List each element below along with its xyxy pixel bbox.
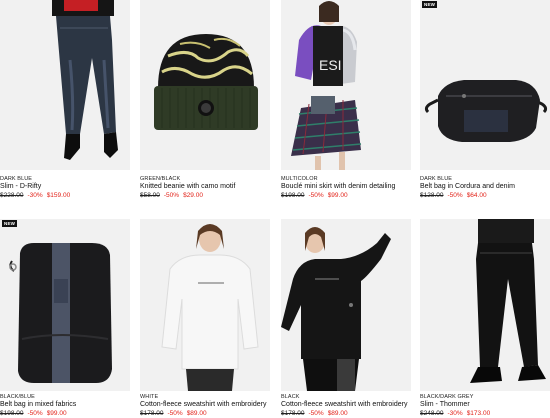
product-prices: $178.00 -50% $89.00 (281, 410, 348, 417)
discount-percent: -50% (163, 192, 180, 199)
product-name[interactable]: Belt bag in mixed fabrics (0, 401, 76, 408)
product-image[interactable] (420, 0, 550, 170)
discount-percent: -50% (27, 410, 43, 417)
product-name[interactable]: Cotton-fleece sweatshirt with embroidery (140, 401, 266, 408)
discount-percent: -50% (308, 192, 324, 199)
discount-percent: -50% (308, 410, 324, 417)
sale-price: $29.00 (183, 192, 203, 199)
product-color: DARK BLUE (420, 176, 453, 182)
product-name[interactable]: Slim - D-Rifty (0, 183, 41, 190)
discount-percent: -30% (447, 410, 463, 417)
product-color: BLACK/BLUE (0, 394, 35, 400)
product-color: GREEN/BLACK (140, 176, 181, 182)
new-badge: NEW (422, 1, 438, 8)
product-prices: $198.00 -50% $99.00 (281, 192, 348, 199)
product-image[interactable] (281, 219, 411, 391)
product-prices: $248.00 -30% $173.00 (420, 410, 490, 417)
discount-percent: -50% (167, 410, 183, 417)
sale-price: $99.00 (46, 410, 67, 417)
product-grid: DARK BLUE Slim - D-Rifty $228.00 -30% $159… (0, 0, 550, 418)
product-name[interactable]: Cotton-fleece sweatshirt with embroidery (281, 401, 407, 408)
old-price: $198.00 (0, 410, 24, 417)
product-image[interactable]: ESI (281, 0, 411, 170)
old-price: $178.00 (140, 410, 164, 417)
sale-price: $64.00 (466, 192, 487, 199)
product-image[interactable] (140, 219, 270, 391)
old-price: $178.00 (281, 410, 305, 417)
product-name[interactable]: Knitted beanie with camo motif (140, 183, 235, 190)
product-prices: $128.00 -50% $64.00 (420, 192, 487, 199)
sale-price: $89.00 (327, 410, 348, 417)
product-color: BLACK (281, 394, 300, 400)
product-image[interactable] (420, 219, 550, 391)
product-color: MULTICOLOR (281, 176, 318, 182)
sale-price: $89.00 (186, 410, 207, 417)
product-prices: $228.00 -30% $159.00 (0, 192, 70, 199)
product-color: DARK BLUE (0, 176, 33, 182)
product-name[interactable]: Bouclé mini skirt with denim detailing (281, 183, 395, 190)
product-color: BLACK/DARK GREY (420, 394, 474, 400)
product-name[interactable]: Belt bag in Cordura and denim (420, 183, 515, 190)
svg-text:ESI: ESI (319, 57, 342, 73)
product-image[interactable] (0, 0, 130, 170)
discount-percent: -30% (27, 192, 43, 199)
old-price: $58.00 (140, 192, 160, 199)
old-price: $248.00 (420, 410, 444, 417)
new-badge: NEW (2, 220, 18, 227)
old-price: $128.00 (420, 192, 444, 199)
discount-percent: -50% (447, 192, 463, 199)
old-price: $198.00 (281, 192, 305, 199)
sale-price: $173.00 (466, 410, 491, 417)
sale-price: $159.00 (46, 192, 71, 199)
product-name[interactable]: Slim - Thommer (420, 401, 470, 408)
old-price: $228.00 (0, 192, 24, 199)
product-prices: $198.00 -50% $99.00 (0, 410, 67, 417)
sale-price: $99.00 (327, 192, 348, 199)
product-image[interactable] (140, 0, 270, 170)
product-prices: $58.00 -50% $29.00 (140, 192, 203, 199)
product-prices: $178.00 -50% $89.00 (140, 410, 207, 417)
product-color: WHITE (140, 394, 159, 400)
product-image[interactable] (0, 219, 130, 391)
